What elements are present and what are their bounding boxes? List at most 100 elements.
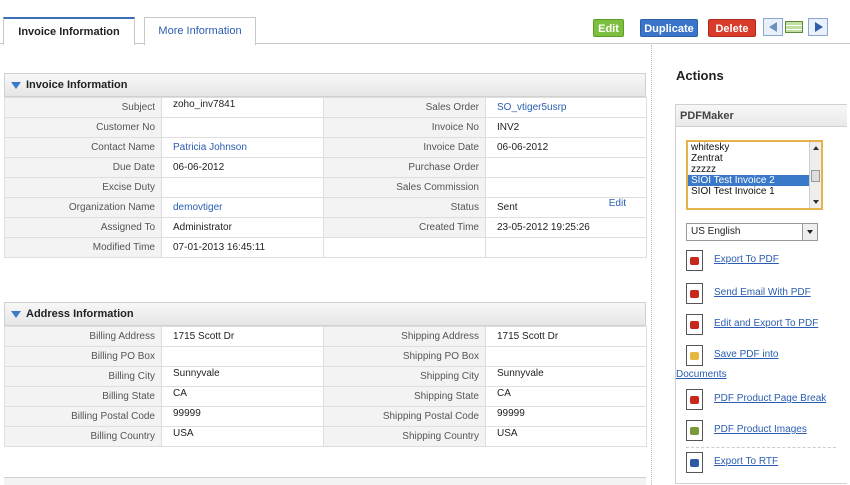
scroll-thumb[interactable] [811,170,820,182]
pdf-icon [686,250,703,271]
template-option[interactable]: whitesky [688,142,821,153]
previous-record-button[interactable] [763,18,783,36]
field-label: Shipping State [323,386,486,407]
field-value[interactable] [485,346,647,367]
contact-name-link[interactable]: Patricia Johnson [161,137,324,158]
field-label: Due Date [4,157,162,178]
collapse-icon[interactable] [11,82,21,89]
pdf-images-icon [686,420,703,441]
invoice-fields-table: Subject zoho_inv7841 Sales Order SO_vtig… [4,97,647,258]
status-field: Sent Edit [485,197,647,218]
scroll-down-icon[interactable] [813,200,819,204]
field-label: Assigned To [4,217,162,238]
pdfmaker-header: PDFMaker [676,105,847,127]
actions-title: Actions [676,68,724,83]
field-value[interactable]: 06-06-2012 [161,157,324,178]
collapse-icon[interactable] [11,311,21,318]
pdfmaker-panel: PDFMaker whitesky Zentrat zzzzz SIOI Tes… [675,104,847,484]
field-label: Sales Order [323,97,486,118]
table-row: Contact Name Patricia Johnson Invoice Da… [4,137,647,158]
record-list-button[interactable] [784,18,804,36]
export-to-pdf-link[interactable]: Export To PDF [714,254,779,265]
status-edit-link[interactable]: Edit [609,198,626,209]
field-value[interactable]: 99999 [161,406,324,427]
table-row: Billing Postal Code 99999 Shipping Posta… [4,406,647,427]
field-label: Invoice Date [323,137,486,158]
list-icon [785,21,803,33]
send-email-link[interactable]: Send Email With PDF [714,287,811,298]
pdf-edit-icon [686,314,703,335]
field-value[interactable]: 1715 Scott Dr [485,326,647,347]
template-option[interactable]: SIOI Test Invoice 1 [688,186,821,197]
field-label: Contact Name [4,137,162,158]
tab-more-information[interactable]: More Information [144,17,256,45]
field-value[interactable]: Administrator [161,217,324,238]
product-page-break-link[interactable]: PDF Product Page Break [714,393,826,404]
sales-order-link[interactable]: SO_vtiger5usrp [485,97,647,118]
product-images-link[interactable]: PDF Product Images [714,424,807,435]
field-label: Shipping Country [323,426,486,447]
field-label: Shipping Postal Code [323,406,486,427]
chevron-down-icon[interactable] [802,224,817,240]
field-value[interactable]: Sunnyvale [485,366,647,387]
field-label: Billing PO Box [4,346,162,367]
table-row: Billing Address 1715 Scott Dr Shipping A… [4,326,647,347]
field-label: Shipping Address [323,326,486,347]
folder-pdf-icon [686,345,703,366]
field-label: Billing Postal Code [4,406,162,427]
pdf-page-break-icon [686,389,703,410]
field-value[interactable]: INV2 [485,117,647,138]
template-scrollbar[interactable] [809,142,821,208]
field-value[interactable]: 06-06-2012 [485,137,647,158]
field-value[interactable]: zoho_inv7841 [161,97,324,118]
next-record-button[interactable] [808,18,828,36]
field-value[interactable]: 23-05-2012 19:25:26 [485,217,647,238]
field-value[interactable]: 07-01-2013 16:45:11 [161,237,324,258]
field-label: Created Time [323,217,486,238]
edit-button[interactable]: Edit [593,19,624,37]
field-value[interactable]: CA [161,386,324,407]
table-row: Customer No Invoice No INV2 [4,117,647,138]
language-select[interactable]: US English [686,223,818,241]
tab-invoice-information[interactable]: Invoice Information [3,17,135,45]
save-pdf-link[interactable]: Save PDF into [714,349,778,360]
empty-cell [323,237,486,258]
address-fields-table: Billing Address 1715 Scott Dr Shipping A… [4,326,647,447]
arrow-left-icon [769,22,777,32]
delete-button[interactable]: Delete [708,19,756,37]
scroll-up-icon[interactable] [813,146,819,150]
field-value[interactable]: Sunnyvale [161,366,324,387]
field-value[interactable] [485,157,647,178]
table-row: Billing Country USA Shipping Country USA [4,426,647,447]
export-to-rtf-link[interactable]: Export To RTF [714,456,778,467]
save-pdf-link-documents[interactable]: Documents [676,369,727,380]
organization-name-link[interactable]: demovtiger [161,197,324,218]
field-label: Shipping City [323,366,486,387]
table-row: Excise Duty Sales Commission [4,177,647,198]
invoice-information-header[interactable]: Invoice Information [4,73,646,97]
field-value[interactable] [485,177,647,198]
detail-view: Invoice Information Subject zoho_inv7841… [0,45,652,485]
template-listbox[interactable]: whitesky Zentrat zzzzz SIOI Test Invoice… [686,140,823,210]
field-value[interactable] [161,177,324,198]
address-information-header[interactable]: Address Information [4,302,646,326]
table-row: Due Date 06-06-2012 Purchase Order [4,157,647,178]
field-value[interactable]: USA [161,426,324,447]
template-option-selected[interactable]: SIOI Test Invoice 2 [688,175,821,186]
field-label: Customer No [4,117,162,138]
field-value[interactable]: CA [485,386,647,407]
duplicate-button[interactable]: Duplicate [640,19,698,37]
edit-export-link[interactable]: Edit and Export To PDF [714,318,818,329]
table-row: Modified Time 07-01-2013 16:45:11 [4,237,647,258]
field-value[interactable]: 99999 [485,406,647,427]
field-value[interactable] [161,117,324,138]
template-option[interactable]: zzzzz [688,164,821,175]
tab-bar: Invoice Information More Information Edi… [0,0,850,45]
field-value[interactable] [161,346,324,367]
template-option[interactable]: Zentrat [688,153,821,164]
language-value: US English [691,226,741,237]
field-value[interactable]: 1715 Scott Dr [161,326,324,347]
table-row: Billing PO Box Shipping PO Box [4,346,647,367]
field-value[interactable]: USA [485,426,647,447]
address-information-block: Address Information Billing Address 1715… [4,302,647,447]
